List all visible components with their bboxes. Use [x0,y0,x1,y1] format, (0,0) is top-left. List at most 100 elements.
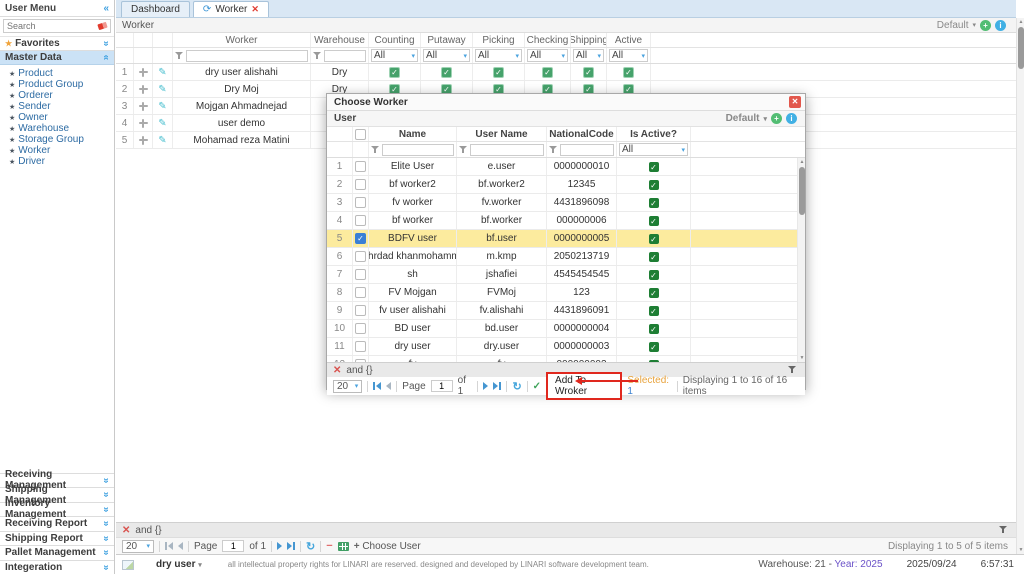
row-checkbox[interactable] [355,233,366,244]
edit-icon[interactable]: ✎ [158,101,166,112]
choose-user-button[interactable]: + Choose User [354,541,421,552]
row-checkbox[interactable] [355,251,366,262]
active-checkbox[interactable] [649,270,659,280]
username-filter-input[interactable] [470,144,544,156]
sidebar-item-master-data[interactable]: Master Data » [0,51,114,65]
tab-dashboard[interactable]: Dashboard [121,1,190,17]
shipping-checkbox[interactable] [583,67,594,78]
info-button[interactable]: i [995,20,1006,31]
checking-checkbox[interactable] [542,67,553,78]
column-header-shipping[interactable]: Shipping [571,33,607,47]
row-checkbox[interactable] [355,359,366,362]
row-checkbox[interactable] [355,179,366,190]
active-filter-select[interactable]: All▾ [609,49,648,62]
counting-filter-select[interactable]: All▾ [371,49,418,62]
filter-icon[interactable] [459,146,468,154]
row-checkbox[interactable] [355,323,366,334]
tab-worker[interactable]: ⟳ Worker ✕ [193,1,269,17]
active-checkbox[interactable] [649,234,659,244]
add-view-button[interactable]: + [980,20,991,31]
scroll-up-icon[interactable]: ▲ [1017,19,1024,25]
view-selector[interactable]: Default [937,20,969,31]
table-row[interactable]: 1 Elite User e.user 0000000010 [327,158,805,176]
select-all-checkbox[interactable] [355,129,366,140]
scroll-up-icon[interactable]: ▲ [798,159,805,165]
table-row[interactable]: 11 dry user dry.user 0000000003 [327,338,805,356]
last-page-button[interactable] [493,382,501,390]
row-checkbox[interactable] [355,269,366,280]
column-header-picking[interactable]: Picking [473,33,525,47]
sidebar-item-product-group[interactable]: ★Product Group [0,79,114,90]
name-filter-input[interactable] [382,144,454,156]
current-user-menu[interactable]: dry user ▾ [156,559,202,570]
settings-icon[interactable] [139,102,148,111]
active-checkbox[interactable] [649,306,659,316]
sidebar-item-storage-group[interactable]: ★Storage Group [0,134,114,145]
filter-icon[interactable] [371,146,380,154]
table-row[interactable]: 7 sh jshafiei 4545454545 [327,266,805,284]
filter-icon[interactable] [549,146,558,154]
last-page-button[interactable] [287,542,295,550]
table-row[interactable]: 9 fv user alishahi fv.alishahi 443189609… [327,302,805,320]
table-row[interactable]: 1 ✎ dry user alishahi Dry [116,64,1016,81]
column-header-username[interactable]: User Name [457,127,547,141]
edit-icon[interactable]: ✎ [158,135,166,146]
active-checkbox[interactable] [649,288,659,298]
active-checkbox[interactable] [649,180,659,190]
sidebar-item-owner[interactable]: ★Owner [0,112,114,123]
sidebar-item-product[interactable]: ★Product [0,68,114,79]
table-row[interactable]: 12 fv fv 000000002 [327,356,805,362]
sidebar-item-pallet-management[interactable]: Pallet Management» [0,545,114,560]
scroll-down-icon[interactable]: ▼ [798,355,805,361]
active-checkbox[interactable] [649,324,659,334]
column-header-counting[interactable]: Counting [369,33,421,47]
edit-icon[interactable]: ✎ [158,118,166,129]
column-header-is-active[interactable]: Is Active? [617,127,691,141]
vertical-scrollbar[interactable]: ▲ ▼ [797,158,805,362]
collapse-sidebar-icon[interactable]: « [103,3,109,14]
add-view-button[interactable]: + [771,113,782,124]
sidebar-item-sender[interactable]: ★Sender [0,101,114,112]
settings-icon[interactable] [139,85,148,94]
sidebar-item-integeration[interactable]: Integeration» [0,560,114,574]
info-button[interactable]: i [786,113,797,124]
column-header-checking[interactable]: Checking [525,33,571,47]
is-active-filter-select[interactable]: All▾ [619,143,688,156]
table-row[interactable]: 4 bf worker bf.worker 000000006 [327,212,805,230]
picking-filter-select[interactable]: All▾ [475,49,522,62]
table-row[interactable]: 2 bf worker2 bf.worker2 12345 [327,176,805,194]
putaway-checkbox[interactable] [441,67,452,78]
settings-icon[interactable] [139,119,148,128]
close-tab-icon[interactable]: ✕ [251,4,259,15]
active-checkbox[interactable] [649,360,659,363]
prev-page-button[interactable] [386,382,391,390]
first-page-button[interactable] [373,382,381,390]
filter-icon[interactable] [788,366,797,374]
active-checkbox[interactable] [649,162,659,172]
sidebar-item-inventory-management[interactable]: Inventory Management» [0,502,114,517]
refresh-icon[interactable]: ↻ [306,540,315,553]
grid-view-icon[interactable] [338,542,349,551]
settings-icon[interactable] [139,136,148,145]
page-number-input[interactable] [431,380,453,392]
picking-checkbox[interactable] [493,67,504,78]
row-checkbox[interactable] [355,341,366,352]
filter-icon[interactable] [999,526,1008,534]
row-checkbox[interactable] [355,197,366,208]
column-header-nationalcode[interactable]: NationalCode [547,127,617,141]
settings-icon[interactable] [139,68,148,77]
page-size-select[interactable]: 20▾ [122,540,154,553]
worker-filter-input[interactable] [186,50,308,62]
shipping-filter-select[interactable]: All▾ [573,49,604,62]
sidebar-item-driver[interactable]: ★Driver [0,156,114,167]
active-checkbox[interactable] [649,342,659,352]
scroll-down-icon[interactable]: ▼ [1017,547,1024,553]
view-selector[interactable]: Default [726,113,760,124]
column-header-name[interactable]: Name [369,127,457,141]
warehouse-filter-input[interactable] [324,50,366,62]
counting-checkbox[interactable] [389,67,400,78]
filter-icon[interactable] [313,52,322,60]
sidebar-item-warehouse[interactable]: ★Warehouse [0,123,114,134]
clear-filter-icon[interactable]: ✕ [333,365,341,376]
scroll-thumb[interactable] [1018,27,1024,69]
